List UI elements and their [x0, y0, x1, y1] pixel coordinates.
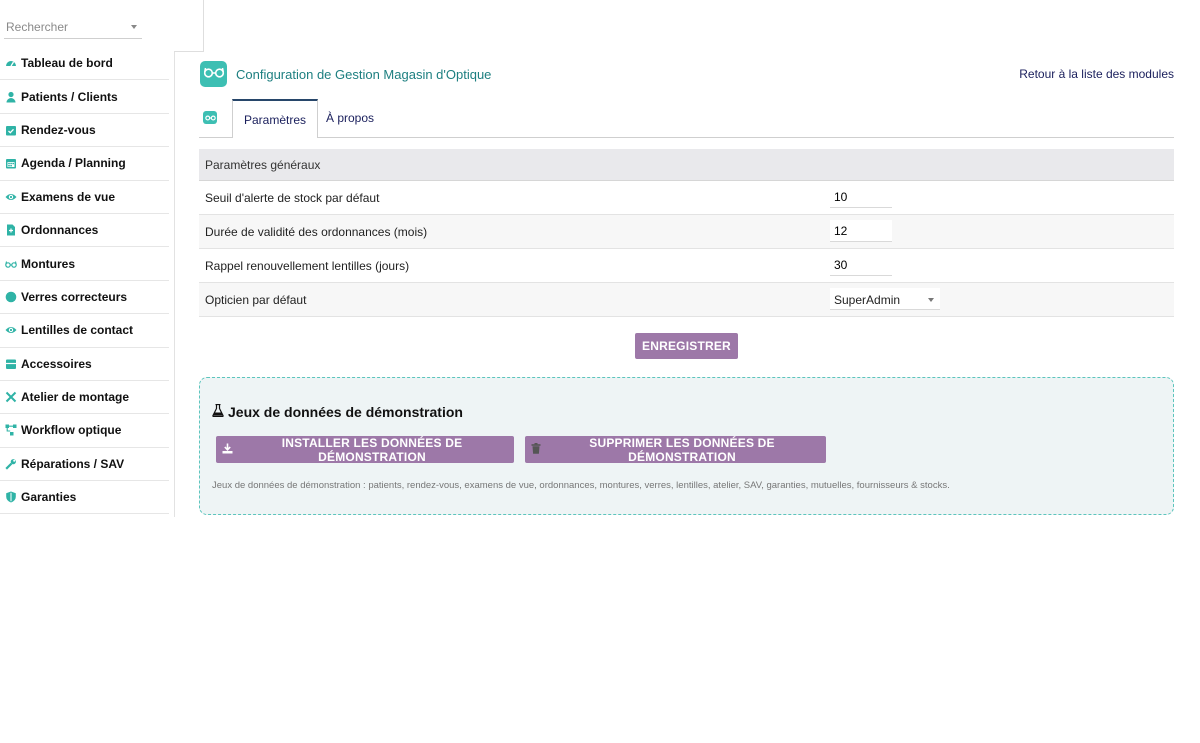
- sidebar-item-label: Workflow optique: [21, 423, 122, 438]
- prescription-validity-input[interactable]: [830, 220, 892, 242]
- demo-data-description: Jeux de données de démonstration : patie…: [212, 480, 950, 491]
- settings-table: Paramètres généraux Seuil d'alerte de st…: [199, 149, 1174, 317]
- settings-row: Seuil d'alerte de stock par défaut: [199, 181, 1174, 215]
- delete-demo-data-button[interactable]: SUPPRIMER LES DONNÉES DE DÉMONSTRATION: [525, 435, 826, 464]
- default-optician-select[interactable]: SuperAdmin: [830, 288, 940, 310]
- sidebar-item-label: Examens de vue: [21, 189, 116, 204]
- sidebar-toggle-tab[interactable]: [174, 0, 204, 52]
- sidebar-item-ordonnances[interactable]: Ordonnances: [0, 214, 169, 248]
- dashboard-icon: [5, 57, 17, 69]
- wrench-icon: [5, 458, 17, 470]
- sidebar-item-agenda[interactable]: Agenda / Planning: [0, 147, 169, 181]
- sidebar-item-label: Accessoires: [21, 356, 92, 371]
- flask-icon: [212, 403, 228, 420]
- sidebar-item-montures[interactable]: Montures: [0, 247, 169, 281]
- demo-title-text: Jeux de données de démonstration: [228, 404, 463, 420]
- demo-data-title: Jeux de données de démonstration: [212, 403, 463, 420]
- sidebar-item-rendez-vous[interactable]: Rendez-vous: [0, 114, 169, 148]
- circle-icon: [5, 291, 17, 303]
- tab-bar: Paramètres À propos: [199, 99, 1174, 138]
- workflow-icon: [5, 424, 17, 436]
- calendar-icon: [5, 157, 17, 169]
- sidebar-item-examens[interactable]: Examens de vue: [0, 181, 169, 214]
- download-icon: [222, 443, 236, 457]
- tab-label: Paramètres: [244, 112, 307, 127]
- install-demo-data-button[interactable]: INSTALLER LES DONNÉES DE DÉMONSTRATION: [216, 435, 514, 464]
- glasses-icon: [203, 65, 225, 84]
- tab-label: À propos: [326, 110, 375, 125]
- button-label: INSTALLER LES DONNÉES DE DÉMONSTRATION: [281, 435, 463, 464]
- back-to-modules-link[interactable]: Retour à la liste des modules: [1019, 67, 1174, 81]
- sidebar-item-workflow[interactable]: Workflow optique: [0, 414, 169, 448]
- sidebar-item-accessoires[interactable]: Accessoires: [0, 348, 169, 381]
- search-placeholder: Rechercher: [6, 20, 69, 34]
- user-icon: [5, 91, 17, 103]
- sidebar-item-garanties[interactable]: Garanties: [0, 481, 169, 515]
- sidebar-item-label: Agenda / Planning: [21, 156, 126, 171]
- setting-label: Opticien par défaut: [205, 292, 307, 307]
- sidebar-item-label: Verres correcteurs: [21, 289, 128, 304]
- settings-row: Opticien par défaut SuperAdmin: [199, 283, 1174, 317]
- box-icon: [5, 358, 17, 370]
- eye-icon: [5, 191, 17, 203]
- setting-label: Durée de validité des ordonnances (mois): [205, 224, 428, 239]
- sidebar-item-patients[interactable]: Patients / Clients: [0, 80, 169, 114]
- button-label: SUPPRIMER LES DONNÉES DE DÉMONSTRATION: [589, 435, 775, 464]
- sidebar-item-label: Rendez-vous: [21, 122, 96, 137]
- sidebar-menu: Tableau de bord Patients / Clients Rende…: [0, 47, 169, 515]
- lens-renewal-reminder-input[interactable]: [830, 254, 892, 276]
- sidebar-item-label: Lentilles de contact: [21, 323, 134, 338]
- sidebar-item-verres[interactable]: Verres correcteurs: [0, 281, 169, 315]
- settings-row: Durée de validité des ordonnances (mois): [199, 215, 1174, 249]
- sidebar-item-label: Montures: [21, 256, 75, 271]
- glasses-icon: [203, 111, 217, 124]
- tools-icon: [5, 391, 17, 403]
- tab-a-propos[interactable]: À propos: [315, 99, 385, 136]
- settings-row: Rappel renouvellement lentilles (jours): [199, 249, 1174, 283]
- trash-icon: [531, 442, 544, 457]
- sidebar-item-label: Patients / Clients: [21, 89, 118, 104]
- sidebar-item-label: Réparations / SAV: [21, 456, 125, 471]
- sidebar-item-label: Atelier de montage: [21, 390, 130, 405]
- sidebar-item-label: Tableau de bord: [21, 56, 113, 71]
- sidebar-item-label: Garanties: [21, 490, 77, 505]
- setting-label: Rappel renouvellement lentilles (jours): [205, 258, 410, 273]
- stock-alert-threshold-input[interactable]: [830, 186, 892, 208]
- glasses-icon: [5, 258, 17, 270]
- sidebar-item-label: Ordonnances: [21, 223, 99, 238]
- search-select[interactable]: Rechercher: [4, 16, 142, 39]
- tab-parametres[interactable]: Paramètres: [232, 99, 319, 138]
- eye-icon: [5, 324, 17, 336]
- sidebar-item-atelier[interactable]: Atelier de montage: [0, 381, 169, 415]
- module-logo: [200, 61, 227, 87]
- sidebar: Rechercher Tableau de bord Patients / Cl…: [0, 0, 175, 517]
- settings-table-header: Paramètres généraux: [199, 149, 1174, 181]
- sidebar-item-lentilles[interactable]: Lentilles de contact: [0, 314, 169, 348]
- demo-data-panel: Jeux de données de démonstration INSTALL…: [199, 377, 1174, 515]
- page-title: Configuration de Gestion Magasin d'Optiq…: [236, 67, 492, 82]
- setting-label: Seuil d'alerte de stock par défaut: [205, 190, 380, 205]
- prescription-file-icon: [5, 224, 17, 236]
- sidebar-item-tableau-de-bord[interactable]: Tableau de bord: [0, 47, 169, 81]
- save-button[interactable]: ENREGISTRER: [635, 333, 738, 359]
- chevron-down-icon: [131, 25, 137, 29]
- sidebar-item-reparations[interactable]: Réparations / SAV: [0, 448, 169, 482]
- shield-icon: [5, 491, 17, 503]
- select-value: SuperAdmin: [834, 293, 901, 307]
- chevron-down-icon: [928, 298, 934, 302]
- calendar-check-icon: [5, 124, 17, 136]
